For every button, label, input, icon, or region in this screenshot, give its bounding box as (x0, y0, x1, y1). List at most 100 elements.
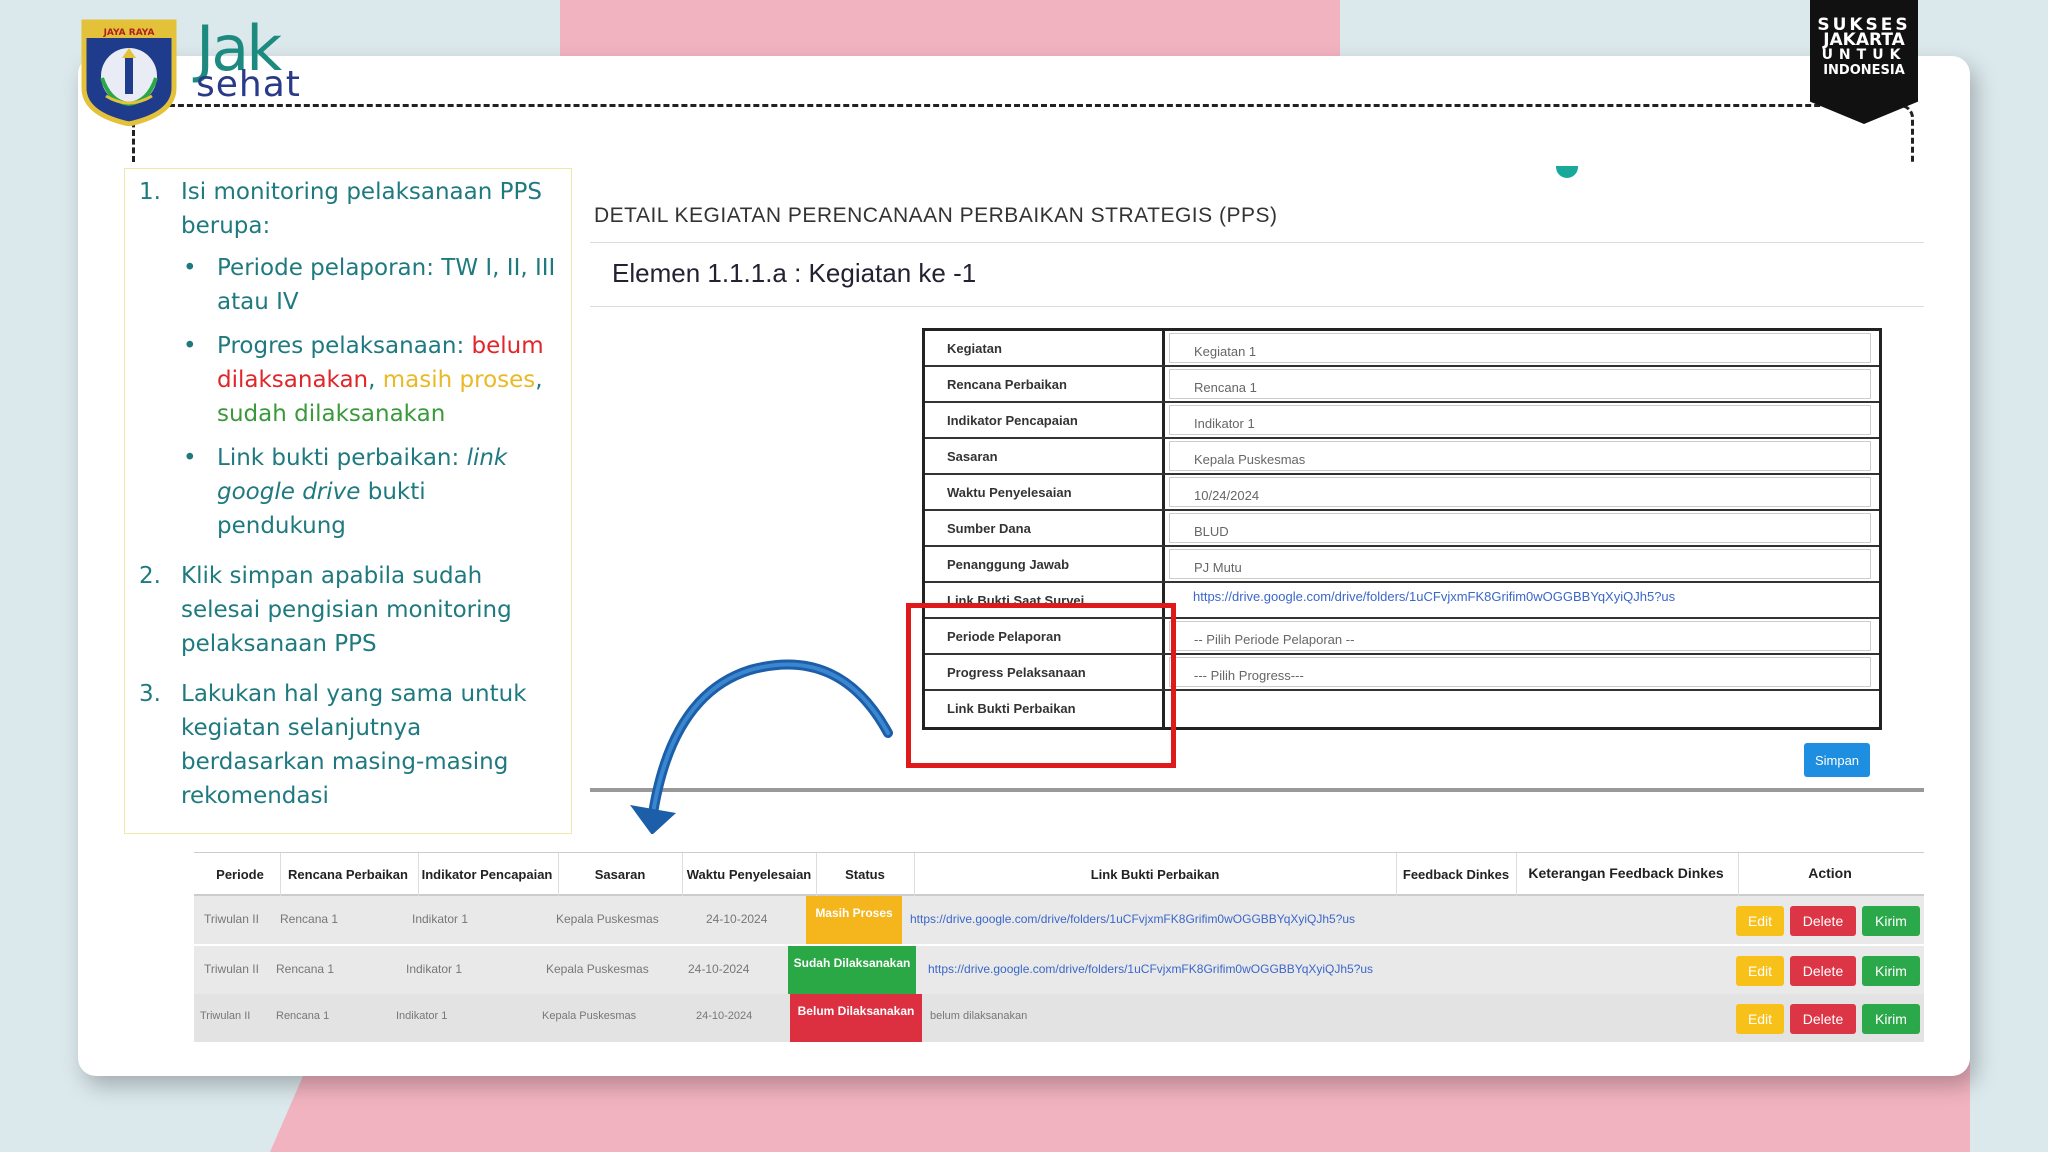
highlight-box (906, 603, 1176, 768)
cell-sasaran: Kepala Puskesmas (556, 912, 659, 926)
bullet-dot: • (183, 445, 197, 471)
th-indikator: Indikator Pencapaian (421, 867, 553, 882)
step-1: 1. Isi monitoring pelaksanaan PPS berupa… (139, 175, 561, 543)
cell-rencana: Rencana 1 (280, 912, 339, 926)
form-row-penanggung-jawab: Penanggung Jawab PJ Mutu (925, 547, 1879, 583)
sukses-line-2: JAKARTA (1823, 30, 1905, 50)
form-label: Penanggung Jawab (925, 547, 1165, 581)
sukses-jakarta-badge: SUKSES JAKARTA UNTUK INDONESIA (1810, 0, 1918, 124)
th-sasaran: Sasaran (594, 867, 646, 882)
cell-sasaran: Kepala Puskesmas (542, 1010, 637, 1022)
form-label: Indikator Pencapaian (925, 403, 1165, 437)
link-perbaikan-input[interactable] (1169, 693, 1871, 725)
th-status: Status (845, 867, 885, 882)
col-divider (682, 853, 683, 897)
waktu-field[interactable]: 10/24/2024 (1169, 477, 1871, 507)
delete-button[interactable]: Delete (1790, 906, 1856, 936)
form-label: Sumber Dana (925, 511, 1165, 545)
delete-button[interactable]: Delete (1790, 1004, 1856, 1034)
cell-indikator: Indikator 1 (396, 1010, 448, 1022)
rencana-field[interactable]: Rencana 1 (1169, 369, 1871, 399)
table-row: Triwulan II Rencana 1 Indikator 1 Kepala… (194, 994, 1924, 1042)
curved-arrow-icon (630, 659, 893, 835)
cell-link: belum dilaksanakan (930, 1010, 1028, 1022)
bullet-dot: • (183, 255, 197, 281)
edit-button[interactable]: Edit (1736, 1004, 1784, 1034)
simpan-button[interactable]: Simpan (1804, 743, 1870, 777)
sukses-line-3: UNTUK (1821, 47, 1907, 63)
step-text: Klik simpan apabila sudah selesai pengis… (181, 563, 512, 657)
bullet-progres: • Progres pelaksanaan: belum dilaksanaka… (181, 329, 561, 431)
sasaran-field[interactable]: Kepala Puskesmas (1169, 441, 1871, 471)
th-action: Action (1808, 865, 1852, 881)
form-row-sumber-dana: Sumber Dana BLUD (925, 511, 1879, 547)
status-badge: Masih Proses (806, 896, 902, 944)
link-survei-link[interactable]: https://drive.google.com/drive/folders/1… (1169, 585, 1871, 615)
crest-text: JAYA RAYA (103, 28, 155, 38)
cell-sasaran: Kepala Puskesmas (546, 962, 649, 976)
table-row: Triwulan II Rencana 1 Indikator 1 Kepala… (194, 896, 1924, 944)
delete-button[interactable]: Delete (1790, 956, 1856, 986)
th-keterangan: Keterangan Feedback Dinkes (1528, 865, 1724, 881)
form-row-indikator: Indikator Pencapaian Indikator 1 (925, 403, 1879, 439)
step-number: 2. (139, 563, 161, 589)
progress-select[interactable]: --- Pilih Progress--- (1169, 657, 1871, 687)
bullet-sep: , (368, 367, 383, 393)
cell-periode: Triwulan II (200, 1010, 251, 1022)
kegiatan-field[interactable]: Kegiatan 1 (1169, 333, 1871, 363)
indikator-field[interactable]: Indikator 1 (1169, 405, 1871, 435)
cell-link[interactable]: https://drive.google.com/drive/folders/1… (928, 962, 1373, 976)
bullet-text: Link bukti perbaikan: (217, 445, 467, 471)
cell-waktu: 24-10-2024 (688, 962, 750, 976)
cell-waktu: 24-10-2024 (696, 1010, 753, 1022)
element-title: Elemen 1.1.1.a : Kegiatan ke -1 (612, 258, 977, 288)
th-rencana: Rencana Perbaikan (288, 867, 408, 882)
sehat-logo-text: sehat (196, 64, 301, 105)
form-label: Rencana Perbaikan (925, 367, 1165, 401)
progress-sudah-text: sudah dilaksanakan (217, 401, 446, 427)
table-header: Periode Rencana Perbaikan Indikator Penc… (194, 852, 1924, 897)
cell-indikator: Indikator 1 (406, 962, 463, 976)
cell-rencana: Rencana 1 (276, 962, 335, 976)
form-label: Kegiatan (925, 331, 1165, 365)
periode-select[interactable]: -- Pilih Periode Pelaporan -- (1169, 621, 1871, 651)
jak-sehat-logo: Jak sehat (196, 12, 326, 108)
cell-periode: Triwulan II (204, 962, 259, 976)
cell-waktu: 24-10-2024 (706, 912, 768, 926)
cell-link[interactable]: https://drive.google.com/drive/folders/1… (910, 912, 1355, 926)
col-divider (816, 853, 817, 897)
divider (590, 306, 1924, 307)
table-row: Triwulan II Rencana 1 Indikator 1 Kepala… (194, 946, 1924, 994)
form-row-waktu: Waktu Penyelesaian 10/24/2024 (925, 475, 1879, 511)
col-divider (558, 853, 559, 897)
bullet-text: Progres pelaksanaan: (217, 333, 472, 359)
status-badge: Sudah Dilaksanakan (788, 946, 916, 994)
bullet-periode: • Periode pelaporan: TW I, II, III atau … (181, 251, 561, 319)
col-divider (1738, 853, 1739, 897)
form-row-kegiatan: Kegiatan Kegiatan 1 (925, 331, 1879, 367)
kirim-button[interactable]: Kirim (1862, 1004, 1920, 1034)
th-feedback: Feedback Dinkes (1402, 867, 1510, 882)
step-2: 2. Klik simpan apabila sudah selesai pen… (139, 559, 561, 661)
col-divider (280, 853, 281, 897)
col-divider (1516, 853, 1517, 897)
edit-button[interactable]: Edit (1736, 906, 1784, 936)
form-label: Waktu Penyelesaian (925, 475, 1165, 509)
penanggung-jawab-field[interactable]: PJ Mutu (1169, 549, 1871, 579)
cell-rencana: Rencana 1 (276, 1010, 330, 1022)
step-number: 1. (139, 179, 161, 205)
th-link: Link Bukti Perbaikan (1090, 867, 1220, 882)
bullet-link: • Link bukti perbaikan: link google driv… (181, 441, 561, 543)
sumber-dana-field[interactable]: BLUD (1169, 513, 1871, 543)
detail-title: DETAIL KEGIATAN PERENCANAAN PERBAIKAN ST… (594, 204, 1278, 227)
form-row-sasaran: Sasaran Kepala Puskesmas (925, 439, 1879, 475)
monitoring-table: Periode Rencana Perbaikan Indikator Penc… (176, 834, 1924, 1042)
form-label: Sasaran (925, 439, 1165, 473)
kirim-button[interactable]: Kirim (1862, 906, 1920, 936)
dashed-frame (132, 104, 1914, 162)
col-divider (914, 853, 915, 897)
bullet-dot: • (183, 333, 197, 359)
kirim-button[interactable]: Kirim (1862, 956, 1920, 986)
th-periode: Periode (216, 867, 264, 882)
edit-button[interactable]: Edit (1736, 956, 1784, 986)
